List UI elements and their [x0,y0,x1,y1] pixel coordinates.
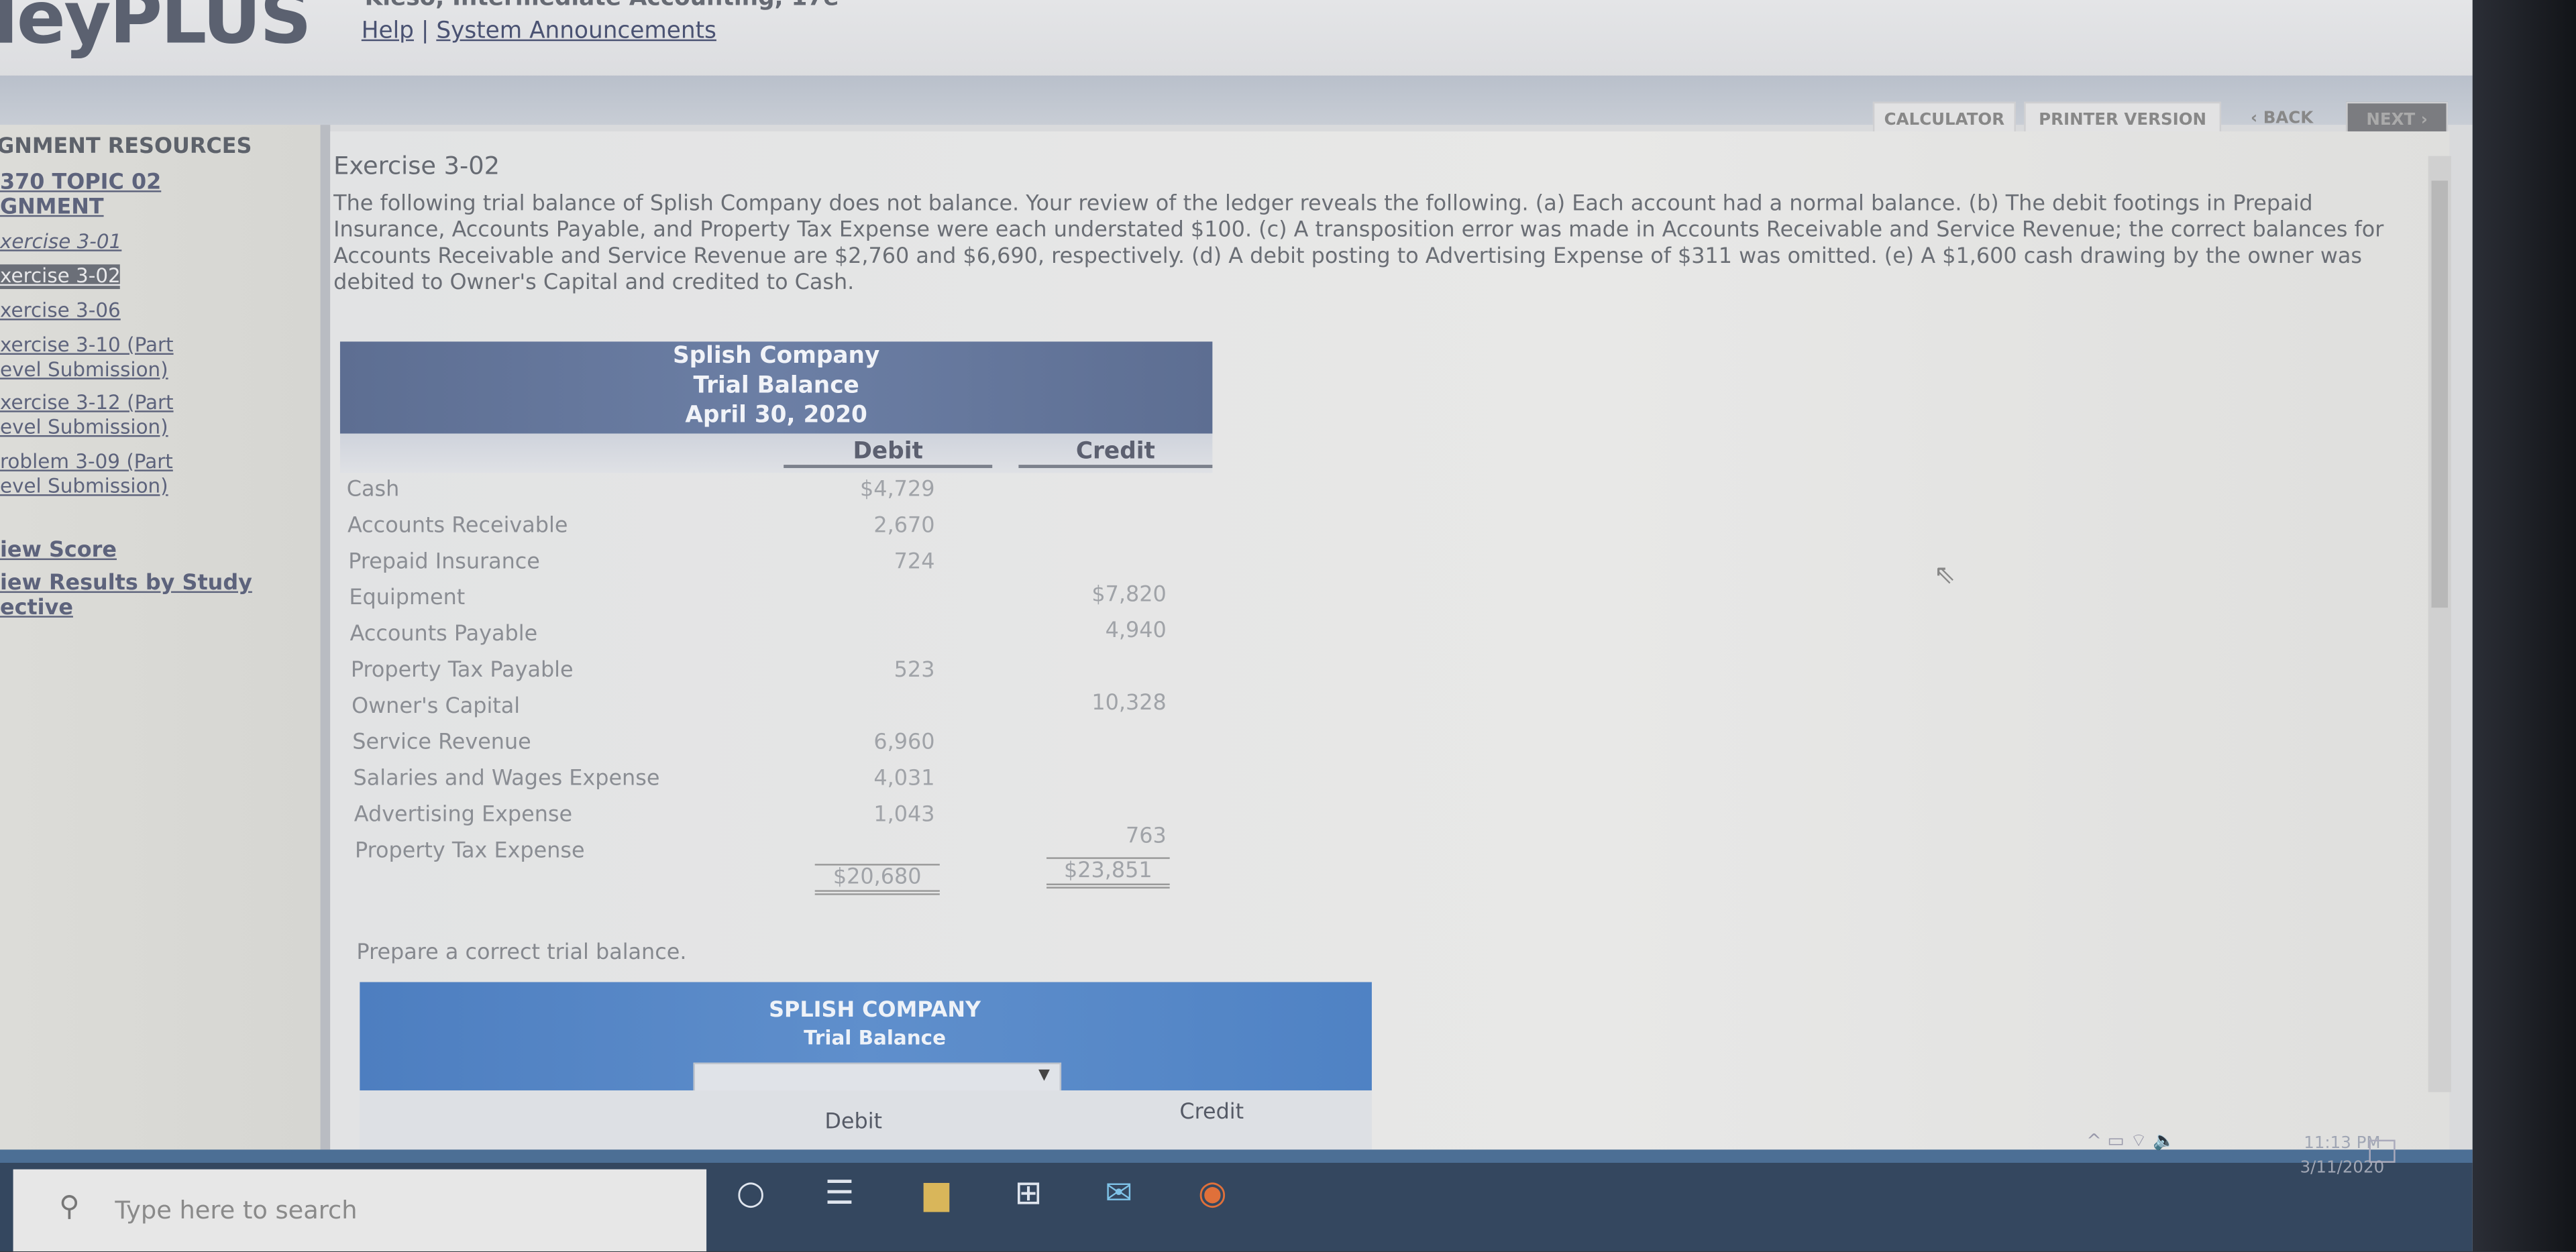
task-view-icon[interactable]: ☰ [818,1171,861,1214]
answer-credit-header: Credit [1179,1100,1244,1125]
scrollbar-thumb[interactable] [2431,180,2449,608]
account-name: Equipment [349,586,466,612]
account-name: Prepaid Insurance [348,550,540,575]
debit-amount: 1,043 [873,803,935,828]
debit-amount: 724 [894,550,935,575]
sidebar-item-view-score[interactable]: iew Score [0,538,117,563]
debit-amount: $4,729 [860,477,935,503]
mail-icon[interactable]: ✉ [1097,1171,1140,1214]
system-announcements-link[interactable]: System Announcements [436,18,716,44]
chevron-left-icon: ‹ [2251,109,2258,127]
sidebar-item-exercise-3-02[interactable]: xercise 3-02 [0,264,121,290]
chevron-up-icon[interactable]: ^ [2086,1130,2102,1151]
wileyplus-logo[interactable]: leyPLUS [0,0,312,61]
statement-title: Trial Balance [693,372,859,400]
sidebar-item-exercise-3-06[interactable]: xercise 3-06 [0,299,121,324]
account-name: Property Tax Payable [350,659,574,683]
panel-divider [320,125,331,1151]
cortana-icon[interactable]: ○ [729,1171,772,1214]
account-name: Salaries and Wages Expense [353,766,660,792]
search-icon: ⚲ [59,1190,80,1224]
sidebar: GNMENT RESOURCES 370 TOPIC 02 GNMENT xerc… [0,125,321,1151]
answer-debit-header: Debit [824,1110,883,1135]
sidebar-heading: GNMENT RESOURCES [0,134,252,160]
answer-company: SPLISH COMPANY [769,998,981,1023]
account-name: Accounts Receivable [347,514,568,539]
notifications-icon[interactable] [2369,1139,2396,1163]
file-explorer-icon[interactable]: ▆ [915,1171,958,1214]
account-name: Advertising Expense [354,803,573,828]
monitor-bezel [2472,0,2576,1252]
credit-amount: $7,820 [1091,583,1167,608]
credit-header: Credit [1018,439,1213,468]
battery-icon[interactable]: ▭ [2107,1130,2124,1151]
screen: leyPLUS Kieso, Intermediate Accounting, … [0,0,2576,1252]
total-debit: $20,680 [814,864,940,895]
link-separator: | [421,17,429,45]
debit-header: Debit [784,439,993,468]
back-label: BACK [2263,109,2314,127]
statement-date: April 30, 2020 [685,402,867,429]
search-placeholder: Type here to search [115,1195,358,1225]
answer-title: SPLISH COMPANY Trial Balance [690,997,1060,1053]
top-links: Help | System Announcements [362,18,716,44]
debit-amount: 4,031 [873,766,935,792]
company-name: Splish Company [672,343,880,370]
sidebar-item-exercise-3-10[interactable]: xercise 3-10 (Part evel Submission) [0,333,174,382]
back-button[interactable]: ‹ BACK [2231,102,2333,135]
debit-amount: 6,960 [873,730,935,756]
sidebar-item-view-results[interactable]: iew Results by Study ective [0,571,252,620]
debit-amount: 2,670 [873,514,935,539]
course-title: Kieso, Intermediate Accounting, 17e [365,0,839,11]
sidebar-item-exercise-3-01[interactable]: xercise 3-01 [0,230,121,255]
credit-amount: 10,328 [1091,691,1167,716]
system-tray: ^ ▭ ⌔ 🔈 [2086,1130,2176,1153]
account-name: Cash [346,477,400,503]
instruction-text: Prepare a correct trial balance. [356,941,687,966]
trial-balance-header: Splish Company Trial Balance April 30, 2… [339,341,1213,434]
account-name: Service Revenue [352,730,531,756]
credit-amount: 4,940 [1105,619,1167,644]
total-credit: $23,851 [1046,857,1170,889]
help-link[interactable]: Help [362,18,414,44]
store-icon[interactable]: ⊞ [1007,1171,1050,1214]
dropdown-arrow-icon: ▼ [1038,1067,1050,1084]
exercise-title: Exercise 3-02 [333,151,500,181]
account-name: Property Tax Expense [354,839,585,864]
sidebar-item-problem-3-09[interactable]: roblem 3-09 (Part evel Submission) [0,450,173,499]
account-name: Owner's Capital [352,694,521,720]
chevron-right-icon: › [2420,111,2428,129]
credit-amount: 763 [1125,824,1167,850]
wifi-icon[interactable]: ⌔ [2130,1130,2147,1151]
answer-statement-title: Trial Balance [804,1026,947,1049]
volume-icon[interactable]: 🔈 [2153,1130,2176,1151]
debit-amount: 523 [894,659,935,683]
sidebar-item-topic[interactable]: 370 TOPIC 02 GNMENT [0,171,161,220]
account-name: Accounts Payable [350,622,538,647]
sidebar-item-exercise-3-12[interactable]: xercise 3-12 (Part evel Submission) [0,391,174,440]
exercise-description: The following trial balance of Splish Co… [333,192,2384,296]
mouse-cursor-icon: ⇖ [1933,558,1956,590]
chrome-icon[interactable]: ◉ [1191,1171,1234,1214]
next-label: NEXT [2366,111,2416,129]
